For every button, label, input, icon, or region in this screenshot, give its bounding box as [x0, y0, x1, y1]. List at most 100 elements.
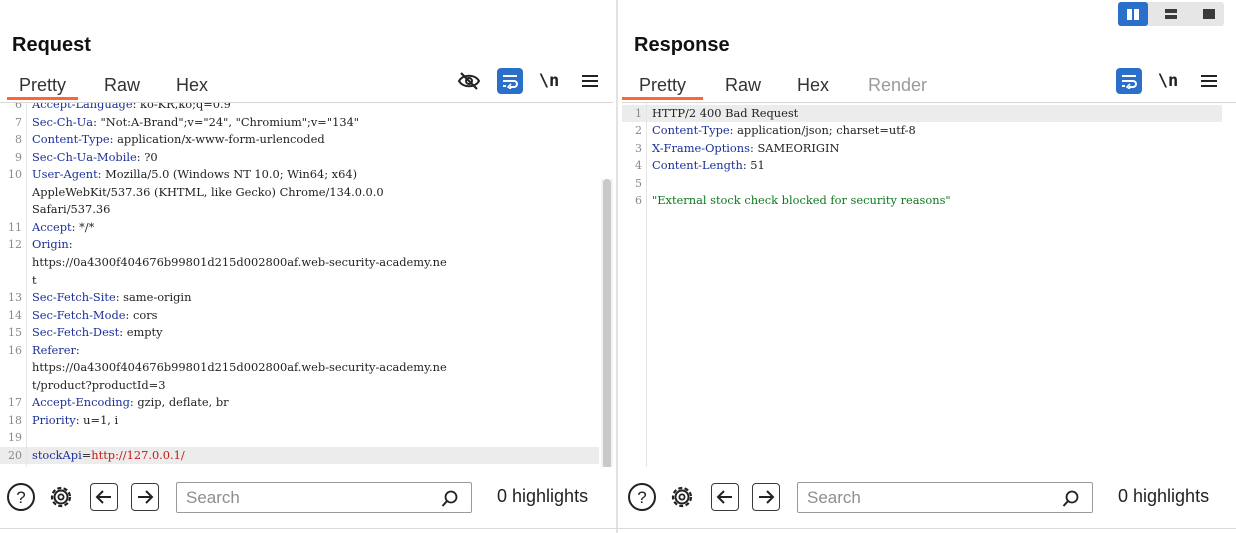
code-line: 2 Content-Type: application/json; charset… [622, 122, 1222, 139]
previous-match-button[interactable] [711, 483, 739, 511]
tab-render[interactable]: Render [868, 72, 927, 100]
body-equals: = [81, 448, 92, 462]
question-icon: ? [628, 483, 656, 511]
line-number: 15 [8, 326, 22, 340]
tab-raw[interactable]: Raw [104, 72, 140, 100]
tab-pretty[interactable]: Pretty [7, 72, 79, 100]
line-content: X-Frame-Options: SAMEORIGIN [652, 140, 839, 157]
arrow-left-icon [716, 490, 732, 504]
request-title: Request [12, 34, 91, 56]
header-name: Sec-Ch-Ua-Mobile [32, 149, 137, 164]
wrap-lines-button[interactable] [1116, 68, 1142, 94]
request-scrollbar[interactable] [601, 179, 613, 467]
response-search-box [797, 482, 1093, 513]
tab-hex[interactable]: Hex [797, 72, 829, 100]
header-name: Content-Type [32, 132, 110, 147]
header-value: */* [75, 219, 95, 234]
line-content: Sec-Fetch-Mode: cors [32, 307, 158, 324]
line-content: Safari/537.36 [32, 201, 110, 218]
line-number: 12 [8, 238, 22, 252]
header-value: Mozilla/5.0 (Windows NT 10.0; Win64; x64… [101, 167, 358, 182]
line-content: Referer: [32, 342, 80, 359]
hide-nonprintable-button[interactable] [456, 68, 482, 94]
newline-toggle-button[interactable]: \n [1155, 68, 1181, 94]
help-button[interactable]: ? [6, 482, 36, 512]
next-match-button[interactable] [752, 483, 780, 511]
pane-divider[interactable] [616, 0, 618, 533]
line-content: Origin: [32, 236, 73, 253]
response-search-input[interactable] [807, 487, 1037, 509]
header-name: Sec-Fetch-Dest [32, 325, 120, 340]
line-content: https://0a4300f404676b99801d215d002800af… [32, 359, 447, 376]
code-line: 3 X-Frame-Options: SAMEORIGIN [622, 140, 1222, 157]
hamburger-icon [582, 75, 598, 87]
line-number: 7 [15, 115, 22, 129]
header-name: X-Frame-Options [652, 140, 750, 155]
previous-match-button[interactable] [90, 483, 118, 511]
header-name: Sec-Ch-Ua [32, 114, 94, 129]
line-content: t/product?productId=3 [32, 377, 165, 394]
code-line: t [0, 272, 599, 289]
gear-icon [671, 486, 693, 508]
response-menu-button[interactable] [1196, 68, 1222, 94]
header-name: Priority [32, 412, 76, 427]
code-line: 16 Referer: [0, 342, 599, 359]
newline-icon: \n [1157, 71, 1179, 91]
tab-raw[interactable]: Raw [725, 72, 761, 100]
line-content: User-Agent: Mozilla/5.0 (Windows NT 10.0… [32, 166, 357, 183]
body-param-value: http://127.0.0.1/ [91, 448, 185, 462]
line-number: 19 [8, 431, 22, 445]
help-button[interactable]: ? [627, 482, 657, 512]
response-editor[interactable]: 1 HTTP/2 400 Bad Request 2 Content-Type: ap… [622, 102, 1236, 467]
code-line: 8 Content-Type: application/x-www-form-ur… [0, 131, 599, 148]
tab-hex[interactable]: Hex [176, 72, 208, 100]
request-search-box [176, 482, 472, 513]
request-editor[interactable]: 6 Accept-Language: ko-KR,ko;q=0.9 7 Sec-Ch-… [0, 102, 613, 467]
response-pane: Response Pretty Raw Hex Render \n 1 HTTP/… [622, 0, 1236, 533]
settings-button[interactable] [46, 482, 76, 512]
response-title: Response [634, 34, 730, 56]
wrap-lines-button[interactable] [497, 68, 523, 94]
header-name: Sec-Fetch-Mode [32, 307, 126, 322]
search-icon [441, 490, 458, 507]
arrow-right-icon [138, 490, 154, 504]
request-search-input[interactable] [186, 487, 416, 509]
response-body-string: "External stock check blocked for securi… [652, 193, 951, 207]
line-number: 17 [8, 396, 22, 410]
newline-toggle-button[interactable]: \n [536, 68, 562, 94]
request-menu-button[interactable] [577, 68, 603, 94]
line-content: Priority: u=1, i [32, 412, 118, 429]
line-number: 20 [8, 449, 22, 462]
next-match-button[interactable] [131, 483, 159, 511]
header-value: t [32, 272, 37, 287]
line-number: 3 [635, 141, 642, 155]
newline-icon: \n [538, 71, 560, 91]
response-highlights-count: 0 highlights [1118, 486, 1210, 506]
request-scroll-thumb[interactable] [603, 179, 611, 467]
header-value: https://0a4300f404676b99801d215d002800af… [32, 254, 447, 269]
code-line: 13 Sec-Fetch-Site: same-origin [0, 289, 599, 306]
line-number: 8 [15, 133, 22, 147]
line-number: 1 [635, 107, 642, 120]
header-value: Safari/537.36 [32, 202, 111, 217]
code-line: https://0a4300f404676b99801d215d002800af… [0, 359, 599, 376]
header-value: cors [129, 307, 158, 322]
gutter-divider [646, 103, 647, 467]
tab-pretty[interactable]: Pretty [622, 72, 704, 100]
code-line: 12 Origin: [0, 236, 599, 253]
line-content: Content-Length: 51 [652, 157, 765, 174]
header-value: gzip, deflate, br [133, 395, 229, 410]
header-value: empty [123, 325, 163, 340]
code-line: https://0a4300f404676b99801d215d002800af… [0, 254, 599, 271]
line-content: Accept-Language: ko-KR,ko;q=0.9 [32, 103, 231, 113]
line-number: 13 [8, 291, 22, 305]
header-value: "Not:A-Brand";v="24", "Chromium";v="134" [96, 114, 360, 129]
header-value: u=1, i [79, 412, 119, 427]
line-content: Accept: */* [32, 219, 94, 236]
code-line: 19 [0, 429, 599, 446]
settings-button[interactable] [667, 482, 697, 512]
header-value: SAMEORIGIN [753, 140, 840, 155]
code-line: 10 User-Agent: Mozilla/5.0 (Windows NT 10… [0, 166, 599, 183]
code-line: Safari/537.36 [0, 201, 599, 218]
line-number: 14 [8, 308, 22, 322]
